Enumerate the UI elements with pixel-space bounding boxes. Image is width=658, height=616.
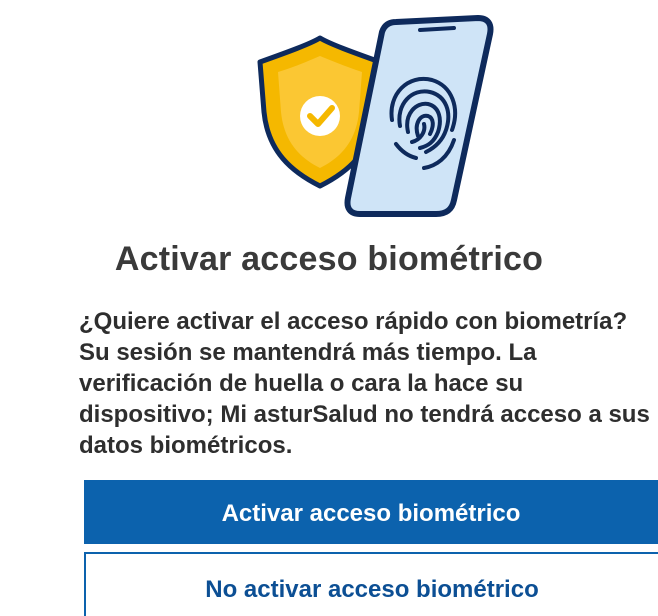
biometric-access-screen: Activar acceso biométrico ¿Quiere activa…: [0, 0, 658, 616]
decline-biometric-label: No activar acceso biométrico: [205, 576, 539, 603]
description-line: datos biométricos.: [79, 432, 293, 459]
activate-biometric-button[interactable]: Activar acceso biométrico: [84, 480, 658, 544]
decline-biometric-button[interactable]: No activar acceso biométrico: [84, 552, 658, 616]
description-line: verificación de huella o cara la hace su: [79, 370, 524, 397]
phone-fingerprint-icon: [344, 15, 494, 217]
biometric-illustration: [257, 15, 494, 217]
description-line: dispositivo; Mi asturSalud no tendrá acc…: [79, 401, 650, 428]
description-line: ¿Quiere activar el acceso rápido con bio…: [79, 308, 628, 335]
page-title: Activar acceso biométrico: [114, 240, 544, 278]
description-line: Su sesión se mantendrá más tiempo. La: [79, 339, 537, 366]
description-text: ¿Quiere activar el acceso rápido con bio…: [79, 306, 658, 461]
activate-biometric-label: Activar acceso biométrico: [221, 500, 521, 527]
